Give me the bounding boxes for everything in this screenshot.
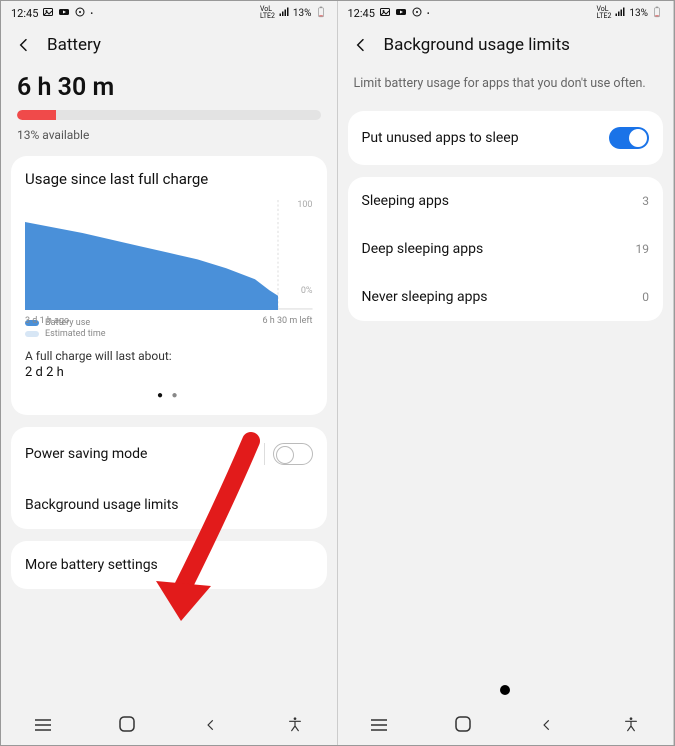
status-signal-icon	[278, 6, 290, 21]
never-sleeping-apps-row[interactable]: Never sleeping apps 0	[348, 273, 664, 321]
nav-accessibility-icon[interactable]	[616, 716, 646, 736]
battery-screen: 12:45 • VoLLTE2 13% Batt	[1, 1, 338, 745]
full-charge-label: A full charge will last about:	[25, 349, 313, 363]
status-dot-icon: •	[90, 9, 93, 18]
list-item-label: Deep sleeping apps	[362, 241, 484, 257]
status-battery-pct: 13%	[629, 8, 648, 19]
put-sleep-card: Put unused apps to sleep	[348, 111, 664, 165]
battery-bar-fill	[17, 110, 56, 120]
divider	[264, 443, 265, 465]
power-saving-card: Power saving mode Background usage limit…	[11, 427, 327, 529]
y-axis-bot: 0%	[301, 286, 313, 296]
back-icon[interactable]	[352, 36, 370, 54]
more-settings-row[interactable]: More battery settings	[11, 541, 327, 589]
full-charge-value: 2 d 2 h	[25, 365, 313, 380]
power-saving-row[interactable]: Power saving mode	[11, 427, 327, 481]
status-battery-icon	[651, 6, 663, 21]
status-bar: 12:45 • VoLLTE2 13%	[338, 1, 674, 25]
more-settings-card: More battery settings	[11, 541, 327, 589]
x-axis-left: 3 d 1 h ago	[25, 316, 69, 326]
time-remaining: 6 h 30 m	[1, 63, 337, 110]
legend-swatch-est	[25, 331, 39, 337]
status-bar: 12:45 • VoLLTE2 13%	[1, 1, 337, 25]
y-axis-top: 100	[297, 200, 312, 210]
list-item-label: Never sleeping apps	[362, 289, 488, 305]
header: Battery	[1, 25, 337, 63]
available-text: 13% available	[1, 120, 337, 156]
status-time: 12:45	[11, 7, 38, 20]
status-image-icon	[379, 6, 391, 21]
status-dot-icon: •	[427, 9, 430, 18]
page-dots[interactable]: ● ●	[25, 390, 313, 401]
status-settings-icon	[74, 6, 86, 21]
nav-bar	[1, 707, 337, 745]
usage-card-title: Usage since last full charge	[25, 170, 313, 188]
put-sleep-label: Put unused apps to sleep	[362, 130, 519, 146]
page-title: Battery	[47, 35, 101, 55]
status-youtube-icon	[395, 6, 407, 21]
nav-recents-icon[interactable]	[28, 717, 58, 736]
nav-accessibility-icon[interactable]	[280, 716, 310, 736]
status-volte-icon: VoLLTE2	[597, 6, 612, 20]
deep-sleeping-apps-row[interactable]: Deep sleeping apps 19	[348, 225, 664, 273]
status-battery-icon	[315, 6, 327, 21]
nav-back-icon[interactable]	[532, 717, 562, 736]
battery-chart[interactable]: 100 0% 3 d 1 h ago 6 h 30 m left	[25, 200, 313, 310]
status-time: 12:45	[348, 7, 375, 20]
legend-est: Estimated time	[45, 329, 106, 339]
list-item-count: 19	[636, 242, 650, 256]
scroll-indicator-dot	[500, 685, 510, 695]
status-signal-icon	[614, 6, 626, 21]
battery-bar	[17, 110, 321, 120]
x-axis-right: 6 h 30 m left	[263, 316, 313, 326]
more-settings-label: More battery settings	[25, 557, 158, 573]
status-volte-icon: VoLLTE2	[260, 6, 275, 20]
page-subtitle: Limit battery usage for apps that you do…	[338, 63, 674, 111]
bg-limits-row[interactable]: Background usage limits	[11, 481, 327, 529]
put-sleep-toggle[interactable]	[609, 127, 649, 149]
list-item-count: 0	[642, 290, 649, 304]
back-icon[interactable]	[15, 36, 33, 54]
power-saving-label: Power saving mode	[25, 446, 147, 462]
bg-limits-label: Background usage limits	[25, 497, 179, 513]
list-item-count: 3	[642, 194, 649, 208]
nav-home-icon[interactable]	[112, 715, 142, 737]
nav-home-icon[interactable]	[448, 715, 478, 737]
status-youtube-icon	[58, 6, 70, 21]
power-saving-toggle[interactable]	[273, 443, 313, 465]
status-battery-pct: 13%	[293, 8, 312, 19]
nav-back-icon[interactable]	[196, 717, 226, 736]
put-sleep-row[interactable]: Put unused apps to sleep	[348, 111, 664, 165]
usage-card: Usage since last full charge 100 0% 3 d …	[11, 156, 327, 415]
list-item-label: Sleeping apps	[362, 193, 449, 209]
apps-list-card: Sleeping apps 3 Deep sleeping apps 19 Ne…	[348, 177, 664, 321]
status-image-icon	[42, 6, 54, 21]
sleeping-apps-row[interactable]: Sleeping apps 3	[348, 177, 664, 225]
header: Background usage limits	[338, 25, 674, 63]
page-title: Background usage limits	[384, 35, 570, 55]
nav-bar	[338, 707, 674, 745]
status-settings-icon	[411, 6, 423, 21]
nav-recents-icon[interactable]	[364, 717, 394, 736]
bg-limits-screen: 12:45 • VoLLTE2 13% Background usage lim…	[338, 1, 675, 745]
